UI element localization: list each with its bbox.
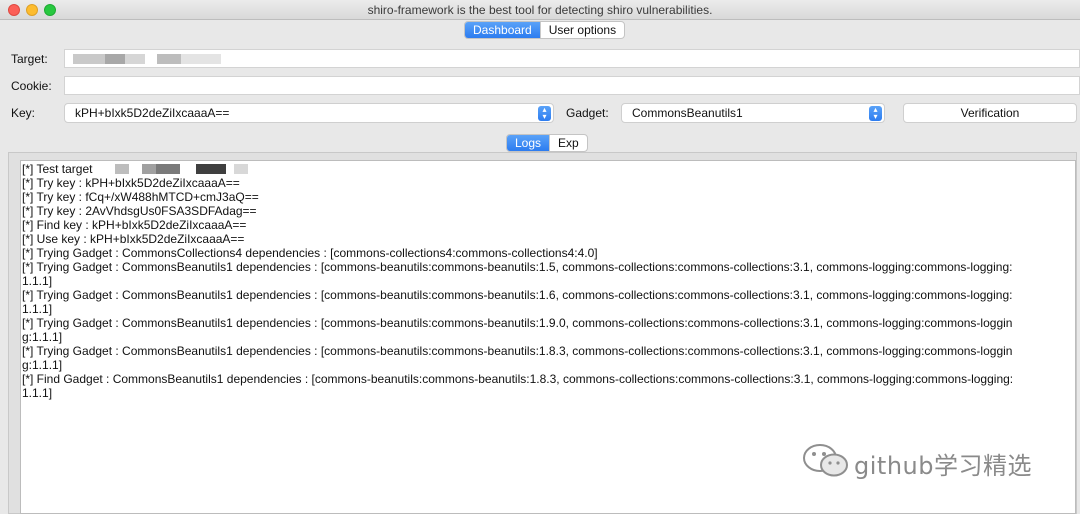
tab-logs[interactable]: Logs — [507, 135, 550, 151]
log-line: [*] Trying Gadget : CommonsBeanutils1 de… — [22, 288, 1013, 302]
target-label: Target: — [11, 52, 48, 66]
key-label: Key: — [11, 106, 36, 120]
redacted-region — [105, 54, 125, 64]
redacted-region — [234, 164, 248, 174]
cookie-input[interactable] — [64, 76, 1080, 95]
window-title: shiro-framework is the best tool for det… — [367, 3, 713, 17]
log-line: [*] Trying Gadget : CommonsBeanutils1 de… — [22, 316, 1013, 330]
chevron-updown-icon: ▴ ▾ — [538, 106, 551, 121]
redacted-region — [73, 54, 105, 64]
watermark: github学习精选 — [800, 440, 1050, 480]
log-line: 1.1.1] — [22, 386, 53, 400]
key-select[interactable]: kPH+bIxk5D2deZiIxcaaaA== ▴ ▾ — [64, 103, 554, 123]
log-line: [*] Try key : kPH+bIxk5D2deZiIxcaaaA== — [22, 176, 240, 190]
log-line: 1.1.1] — [22, 274, 53, 288]
redacted-region — [181, 54, 221, 64]
log-line: [*] Trying Gadget : CommonsBeanutils1 de… — [22, 260, 1013, 274]
target-input[interactable] — [64, 49, 1080, 68]
log-line: g:1.1.1] — [22, 330, 63, 344]
wechat-logo-icon — [803, 444, 848, 477]
redacted-region — [196, 164, 226, 174]
log-line: [*] Find Gadget : CommonsBeanutils1 depe… — [22, 372, 1014, 386]
chevron-updown-icon: ▴ ▾ — [869, 106, 882, 121]
redacted-region — [125, 54, 145, 64]
redacted-region — [142, 164, 156, 174]
tab-dashboard[interactable]: Dashboard — [465, 22, 540, 38]
redacted-region — [115, 164, 129, 174]
key-select-value: kPH+bIxk5D2deZiIxcaaaA== — [75, 106, 230, 120]
log-line: [*] Trying Gadget : CommonsBeanutils1 de… — [22, 344, 1013, 358]
tab-exp[interactable]: Exp — [549, 135, 587, 151]
gadget-select[interactable]: CommonsBeanutils1 ▴ ▾ — [621, 103, 885, 123]
cookie-label: Cookie: — [11, 79, 52, 93]
gadget-label: Gadget: — [566, 106, 609, 120]
output-tabs: Logs Exp — [506, 134, 588, 152]
redacted-region — [156, 164, 180, 174]
verification-button[interactable]: Verification — [903, 103, 1077, 123]
log-line: g:1.1.1] — [22, 358, 63, 372]
log-line: [*] Find key : kPH+bIxk5D2deZiIxcaaaA== — [22, 218, 247, 232]
gadget-select-value: CommonsBeanutils1 — [632, 106, 743, 120]
tab-user-options[interactable]: User options — [539, 22, 624, 38]
log-line: [*] Try key : 2AvVhdsgUs0FSA3SDFAdag== — [22, 204, 257, 218]
redacted-region — [157, 54, 181, 64]
log-line: [*] Trying Gadget : CommonsCollections4 … — [22, 246, 598, 260]
watermark-text: github学习精选 — [854, 452, 1032, 480]
log-line: [*] Use key : kPH+bIxk5D2deZiIxcaaaA== — [22, 232, 245, 246]
log-line: 1.1.1] — [22, 302, 53, 316]
window-titlebar: shiro-framework is the best tool for det… — [0, 0, 1080, 20]
log-line: [*] Test target — [22, 162, 93, 176]
main-tabs: Dashboard User options — [464, 21, 626, 39]
log-line: [*] Try key : fCq+/xW488hMTCD+cmJ3aQ== — [22, 190, 259, 204]
